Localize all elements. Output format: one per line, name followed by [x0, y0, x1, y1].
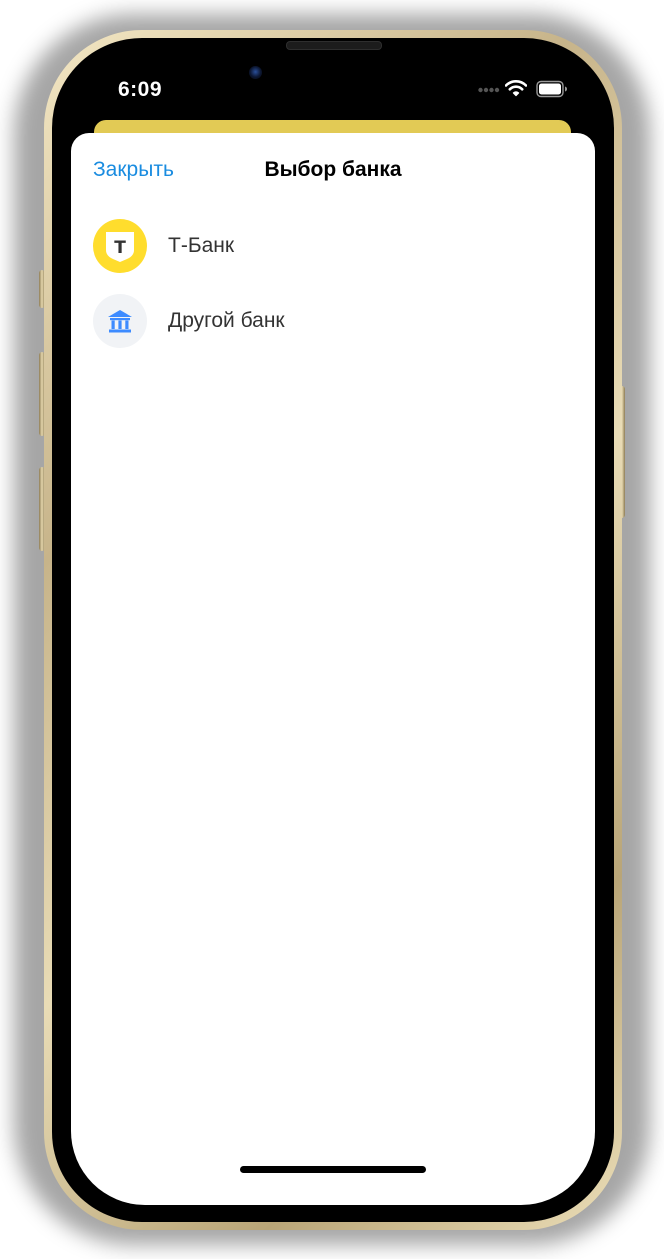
status-time: 6:09: [118, 78, 163, 101]
wifi-icon: [505, 80, 527, 97]
front-camera: [249, 66, 262, 79]
bank-item-other[interactable]: Другой банк: [93, 294, 573, 350]
battery-icon: [536, 80, 567, 98]
bank-building-icon: [93, 294, 147, 348]
cellular-signal-icon: [478, 87, 500, 93]
home-indicator[interactable]: [240, 1166, 426, 1173]
bank-item-label: Т-Банк: [168, 234, 235, 257]
bank-item-tbank[interactable]: Т Т-Банк: [93, 219, 573, 275]
tbank-logo-icon: Т: [93, 219, 147, 273]
speaker-grille: [286, 41, 382, 50]
tbank-logo-letter: Т: [114, 238, 126, 258]
bank-item-label: Другой банк: [168, 309, 285, 332]
bank-selection-sheet: Закрыть Выбор банка Т Т-Банк Другой банк: [71, 133, 595, 1205]
sheet-title: Выбор банка: [264, 158, 402, 181]
